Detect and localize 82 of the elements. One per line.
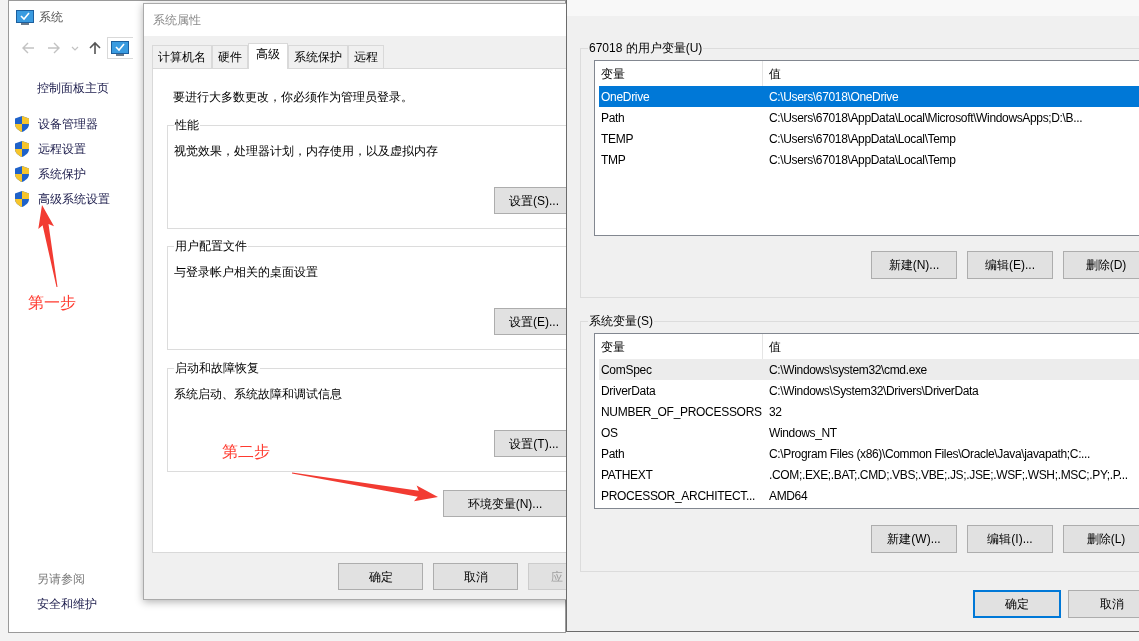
notice-text: 要进行大多数更改，你必须作为管理员登录。 bbox=[172, 89, 414, 105]
sidebar-link[interactable]: 控制面板主页 bbox=[37, 80, 109, 96]
tab[interactable]: 高级 bbox=[248, 43, 288, 69]
group-description: 与登录帐户相关的桌面设置 bbox=[173, 264, 319, 280]
section-heading: 另请参阅 bbox=[37, 571, 85, 587]
table-cell-text: TEMP bbox=[600, 130, 635, 148]
tab[interactable]: 计算机名 bbox=[152, 45, 212, 68]
environment-variables-button[interactable]: 环境变量(N)... bbox=[443, 490, 567, 517]
tab[interactable]: 系统保护 bbox=[288, 45, 348, 68]
group-title: 用户配置文件 bbox=[174, 238, 248, 254]
window-title: 系统属性 bbox=[153, 12, 201, 29]
monitor-icon bbox=[111, 40, 129, 56]
dialog-button[interactable]: 取消 bbox=[433, 563, 518, 590]
group-title: 67018 的用户变量(U) bbox=[588, 40, 704, 56]
table-cell-text: NUMBER_OF_PROCESSORS bbox=[600, 403, 763, 421]
sidebar-link[interactable]: 系统保护 bbox=[38, 165, 86, 183]
table-cell-text: PROCESSOR_ARCHITECT... bbox=[600, 487, 757, 505]
sidebar-link[interactable]: 远程设置 bbox=[38, 140, 86, 158]
dialog-button[interactable]: 删除(L) bbox=[1063, 525, 1139, 553]
table-cell-text: C:\Windows\system32\cmd.exe bbox=[769, 361, 927, 379]
monitor-icon bbox=[16, 9, 34, 25]
group-title: 启动和故障恢复 bbox=[174, 360, 260, 376]
table-row[interactable]: Path C:\Users\67018\AppData\Local\Microsoft\WindowsApps;D:\B... bbox=[599, 107, 1139, 128]
shield-icon bbox=[15, 166, 29, 182]
table-cell-text: C:\Users\67018\AppData\Local\Temp bbox=[769, 151, 956, 169]
dialog-button[interactable]: 编辑(I)... bbox=[967, 525, 1053, 553]
chevron-down-icon bbox=[71, 45, 79, 51]
group-title: 系统变量(S) bbox=[588, 313, 654, 329]
table-row[interactable]: OS Windows_NT bbox=[599, 422, 1139, 443]
annotation-text: 第二步 bbox=[222, 442, 270, 462]
table-cell-text: DriverData bbox=[600, 382, 657, 400]
table-cell-text: C:\Users\67018\OneDrive bbox=[769, 88, 899, 106]
dialog-button[interactable]: 新建(N)... bbox=[871, 251, 957, 279]
table-cell-text: AMD64 bbox=[769, 487, 808, 505]
sidebar-link[interactable]: 设备管理器 bbox=[38, 115, 98, 133]
up-arrow-icon bbox=[89, 41, 101, 55]
back-arrow-icon bbox=[21, 41, 36, 55]
tab[interactable]: 远程 bbox=[348, 45, 384, 68]
dialog-button[interactable]: 确定 bbox=[973, 590, 1061, 618]
table-row[interactable]: PATHEXT .COM;.EXE;.BAT;.CMD;.VBS;.VBE;.JS;.JSE;.WSF;.WSH;.MSC;.PY;.P... bbox=[599, 464, 1139, 485]
table-cell-text: TMP bbox=[600, 151, 627, 169]
table-cell-text: .COM;.EXE;.BAT;.CMD;.VBS;.VBE;.JS;.JSE;.WSF;.WSH;.MSC;.PY;.P... bbox=[769, 466, 1128, 484]
group-title: 性能 bbox=[174, 117, 200, 133]
sidebar-link[interactable]: 高级系统设置 bbox=[38, 190, 110, 208]
address-bar[interactable] bbox=[107, 37, 133, 59]
table-cell-text: OneDrive bbox=[600, 88, 651, 106]
table-row[interactable]: TEMP C:\Users\67018\AppData\Local\Temp bbox=[599, 128, 1139, 149]
group-description: 视觉效果，处理器计划，内存使用，以及虚拟内存 bbox=[173, 143, 439, 159]
sidebar-link[interactable]: 安全和维护 bbox=[37, 596, 97, 612]
table-cell-text: C:\Program Files (x86)\Common Files\Oracle\Java\javapath;C:... bbox=[769, 445, 1091, 463]
column-header[interactable]: 值 bbox=[763, 61, 781, 86]
forward-arrow-icon bbox=[46, 41, 61, 55]
dialog-button[interactable]: 新建(W)... bbox=[871, 525, 957, 553]
table-cell-text: PATHEXT bbox=[600, 466, 654, 484]
annotation-text: 第一步 bbox=[28, 293, 76, 313]
table-row[interactable]: NUMBER_OF_PROCESSORS 32 bbox=[599, 401, 1139, 422]
dialog-button[interactable]: 删除(D) bbox=[1063, 251, 1139, 279]
column-header[interactable]: 值 bbox=[763, 334, 781, 359]
table-cell-text: Path bbox=[600, 445, 626, 463]
dialog-button[interactable]: 取消 bbox=[1068, 590, 1139, 618]
tab[interactable]: 硬件 bbox=[212, 45, 248, 68]
table-row[interactable]: DriverData C:\Windows\System32\Drivers\DriverData bbox=[599, 380, 1139, 401]
shield-icon bbox=[15, 141, 29, 157]
table-row[interactable]: OneDrive C:\Users\67018\OneDrive bbox=[599, 86, 1139, 107]
table-cell-text: Path bbox=[600, 109, 626, 127]
shield-icon bbox=[15, 191, 29, 207]
window-title: 系统 bbox=[39, 9, 63, 26]
table-cell-text: 32 bbox=[769, 403, 782, 421]
table-cell-text: Windows_NT bbox=[769, 424, 837, 442]
table-row[interactable]: ComSpec C:\Windows\system32\cmd.exe bbox=[599, 359, 1139, 380]
table-cell-text: C:\Users\67018\AppData\Local\Microsoft\WindowsApps;D:\B... bbox=[769, 109, 1083, 127]
table-row[interactable]: TMP C:\Users\67018\AppData\Local\Temp bbox=[599, 149, 1139, 170]
shield-icon bbox=[15, 116, 29, 132]
table-row[interactable]: PROCESSOR_ARCHITECT... AMD64 bbox=[599, 485, 1139, 506]
table-cell-text: OS bbox=[600, 424, 619, 442]
table-cell-text: ComSpec bbox=[600, 361, 653, 379]
table-row[interactable]: Path C:\Program Files (x86)\Common Files\Oracle\Java\javapath;C:... bbox=[599, 443, 1139, 464]
table-cell-text: C:\Windows\System32\Drivers\DriverData bbox=[769, 382, 979, 400]
dialog-button[interactable]: 编辑(E)... bbox=[967, 251, 1053, 279]
table-cell-text: C:\Users\67018\AppData\Local\Temp bbox=[769, 130, 956, 148]
dialog-button[interactable]: 确定 bbox=[338, 563, 423, 590]
group-description: 系统启动、系统故障和调试信息 bbox=[173, 386, 343, 402]
